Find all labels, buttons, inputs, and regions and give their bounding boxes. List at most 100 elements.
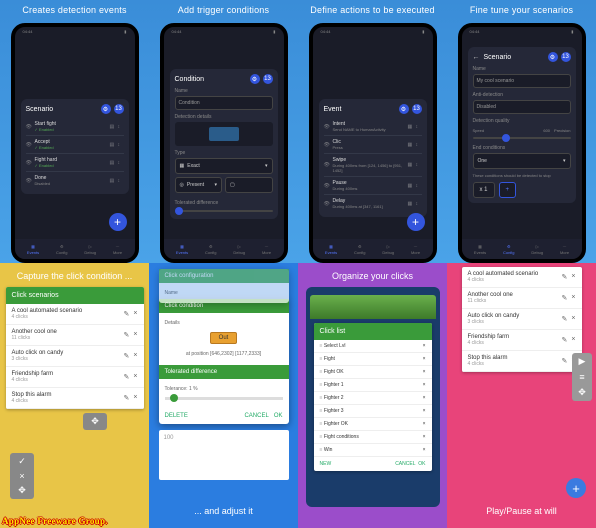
config-icon[interactable]: ⚙ [548, 52, 558, 62]
close-icon[interactable]: × [571, 315, 575, 323]
add-end-button[interactable]: + [499, 182, 517, 198]
edit-icon[interactable]: ✎ [124, 310, 130, 318]
edit-icon[interactable]: ✎ [562, 294, 568, 302]
event-row[interactable]: 👁DelayDuring 400ms at [347, 1161]▦↕ [324, 195, 422, 212]
click-list-row[interactable]: Fighter 2× [314, 392, 432, 405]
scenario-row[interactable]: 👁Fight hard✓ Enabled▤↕ [26, 154, 124, 172]
click-list-row[interactable]: Fighter 3× [314, 405, 432, 418]
click-list-row[interactable]: Fight× [314, 353, 432, 366]
click-list-row[interactable]: Fight OK× [314, 366, 432, 379]
click-list-row[interactable]: Select Lvl× [314, 340, 432, 353]
new-button[interactable]: NEW [320, 461, 332, 467]
event-row[interactable]: 👁IntentSend NAME to HumanActivity▦↕ [324, 118, 422, 136]
close-icon[interactable]: × [423, 382, 426, 388]
scenario-list-row[interactable]: Friendship farm4 clicks✎× [462, 330, 582, 351]
floating-control[interactable]: ✓ × ✥ [10, 453, 34, 499]
event-row[interactable]: 👁ClicPress▦↕ [324, 136, 422, 154]
close-icon[interactable]: × [423, 369, 426, 375]
add-fab[interactable]: + [109, 213, 127, 231]
scenario-list-row[interactable]: Another cool one11 clicks✎× [6, 325, 144, 346]
cancel-button[interactable]: CANCEL [395, 461, 415, 467]
back-icon[interactable]: ← [473, 54, 480, 61]
edit-icon[interactable]: ✎ [562, 315, 568, 323]
add-fab[interactable]: + [407, 213, 425, 231]
close-icon[interactable]: × [133, 373, 137, 381]
nav-events[interactable]: ▦Events [27, 244, 39, 255]
cancel-button[interactable]: CANCEL [244, 413, 268, 419]
scenario-list-row[interactable]: A cool automated scenario4 clicks✎× [6, 304, 144, 325]
tolerance-slider[interactable] [165, 397, 283, 400]
antidetection-select[interactable]: Disabled [473, 100, 571, 114]
ok-button[interactable]: OK [418, 461, 425, 467]
cancel-icon[interactable]: × [19, 471, 24, 481]
caption: Define actions to be executed [310, 0, 434, 23]
scenario-name-input[interactable]: My cool scenario [473, 74, 571, 88]
area-select[interactable]: ▢ [225, 177, 273, 193]
ok-button[interactable]: OK [274, 413, 283, 419]
edit-icon[interactable]: ✎ [124, 331, 130, 339]
edit-icon[interactable]: ✎ [124, 352, 130, 360]
event-row[interactable]: 👁SwipeDuring 400ms from [124, 1456] to [… [324, 154, 422, 177]
event-row[interactable]: 👁PauseDuring 400ms▦↕ [324, 177, 422, 195]
out-button[interactable]: Out [210, 332, 238, 344]
counter-badge: 13 [561, 52, 571, 62]
config-icon[interactable]: ⚙ [250, 74, 260, 84]
close-icon[interactable]: × [133, 394, 137, 402]
click-list-row[interactable]: Fight conditions× [314, 431, 432, 444]
nav-debug[interactable]: ▷Debug [84, 244, 96, 255]
add-fab[interactable]: + [566, 478, 586, 498]
nav-more[interactable]: ⋯More [113, 244, 122, 255]
close-icon[interactable]: × [423, 421, 426, 427]
floating-control[interactable]: ✥ [83, 413, 107, 430]
edit-icon[interactable]: ✎ [562, 273, 568, 281]
close-icon[interactable]: × [423, 395, 426, 401]
move-icon[interactable]: ✥ [578, 387, 586, 398]
close-icon[interactable]: × [571, 336, 575, 344]
close-icon[interactable]: × [133, 310, 137, 318]
edit-icon[interactable]: ✎ [562, 336, 568, 344]
condition-name-input[interactable]: Condition [175, 96, 273, 110]
confirm-icon[interactable]: ✓ [18, 456, 26, 467]
close-icon[interactable]: × [133, 352, 137, 360]
scenario-list-row[interactable]: Stop this alarm4 clicks✎× [462, 351, 582, 372]
scenario-list-row[interactable]: Stop this alarm4 clicks✎× [6, 388, 144, 409]
close-icon[interactable]: × [571, 294, 575, 302]
value-input[interactable]: 100 [159, 430, 289, 480]
move-icon[interactable]: ✥ [91, 416, 99, 427]
watermark: AppNee Freeware Group. [2, 516, 108, 526]
close-icon[interactable]: × [423, 447, 426, 453]
edit-icon[interactable]: ✎ [124, 394, 130, 402]
delete-button[interactable]: DELETE [165, 413, 188, 419]
edit-icon[interactable]: ✎ [562, 357, 568, 365]
scenario-row[interactable]: 👁DoneDisabled▤↕ [26, 172, 124, 189]
type-select[interactable]: ▦Exact▾ [175, 158, 273, 174]
scenario-list-row[interactable]: Another cool one11 clicks✎× [462, 288, 582, 309]
scenario-list-row[interactable]: A cool automated scenario4 clicks✎× [462, 267, 582, 288]
end-condition-select[interactable]: One▾ [473, 153, 571, 169]
scenario-list-row[interactable]: Auto click on candy3 clicks✎× [6, 346, 144, 367]
nav-config[interactable]: ⚙Config [56, 244, 68, 255]
close-icon[interactable]: × [571, 273, 575, 281]
config-icon[interactable]: ⚙ [399, 104, 409, 114]
scenario-row[interactable]: 👁Accept✓ Enabled▤↕ [26, 136, 124, 154]
scenario-list-row[interactable]: Auto click on candy3 clicks✎× [462, 309, 582, 330]
close-icon[interactable]: × [423, 408, 426, 414]
edit-icon[interactable]: ✎ [124, 373, 130, 381]
play-icon[interactable]: ▶ [579, 356, 586, 367]
move-icon[interactable]: ✥ [18, 485, 26, 496]
click-list-row[interactable]: Fighter 1× [314, 379, 432, 392]
what-select[interactable]: ◎Present▾ [175, 177, 223, 193]
tolerance-slider[interactable] [175, 210, 273, 212]
list-icon[interactable]: ≡ [579, 372, 584, 382]
close-icon[interactable]: × [423, 356, 426, 362]
close-icon[interactable]: × [423, 434, 426, 440]
config-icon[interactable]: ⚙ [101, 104, 111, 114]
floating-control[interactable]: ▶ ≡ ✥ [572, 353, 592, 401]
quality-slider[interactable] [473, 137, 571, 139]
click-list-row[interactable]: Win× [314, 444, 432, 457]
close-icon[interactable]: × [423, 343, 426, 349]
scenario-list-row[interactable]: Friendship farm4 clicks✎× [6, 367, 144, 388]
close-icon[interactable]: × [133, 331, 137, 339]
scenario-row[interactable]: 👁Start fight✓ Enabled▤↕ [26, 118, 124, 136]
click-list-row[interactable]: Fighter OK× [314, 418, 432, 431]
